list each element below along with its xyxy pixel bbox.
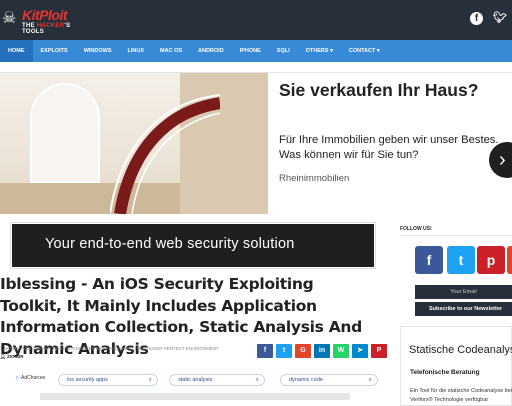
staircase-graphic — [110, 94, 220, 214]
widget-description: Ein Tool für die statische Codeanalyse b… — [410, 388, 512, 403]
banner-text: Your end-to-end web security solution — [45, 236, 295, 252]
main-nav: HOME EXPLOITS WINDOWS LINUX MAC OS ANDROID IPH… — [0, 40, 512, 62]
follow-heading: FOLLOW US! — [400, 226, 432, 232]
nav-item-mac-os[interactable]: MAC OS — [152, 40, 190, 62]
email-input[interactable]: Your Email — [415, 285, 512, 299]
share-button-1[interactable]: t — [276, 344, 292, 358]
nav-item-contact[interactable]: CONTACT ▾ — [341, 40, 388, 62]
nav-item-windows[interactable]: WINDOWS — [76, 40, 120, 62]
twitter-icon[interactable]: 🐦︎ — [493, 12, 507, 25]
facebook-icon[interactable]: f — [415, 246, 443, 274]
post-meta: 1 MONTH AGO 8:30 AM | POST SPONSORED BY … — [0, 346, 219, 351]
site-logo[interactable]: ☠ KitPloit THE HACKER'S TOOLS — [2, 6, 82, 35]
ad-pill-1[interactable]: ios security apps ⌕ — [58, 374, 158, 386]
rss-icon[interactable]: r — [507, 246, 512, 274]
ad-keyword-bar: ▷ AdChoices ios security apps ⌕ static an… — [10, 372, 380, 388]
share-buttons: f t Gin W ➤ P — [257, 344, 387, 358]
adchoices-label[interactable]: ▷ AdChoices — [16, 375, 45, 381]
header-social: f 🐦︎ — [470, 12, 507, 25]
security-banner[interactable]: Your end-to-end web security solution — [10, 222, 376, 269]
ad-source[interactable]: Rheinimmobilien — [279, 173, 349, 184]
house-ad[interactable]: Sie verkaufen Ihr Haus? Für Ihre Immobil… — [0, 72, 512, 214]
pinterest-icon[interactable]: p — [477, 246, 505, 274]
post-author[interactable]: 👤︎ ZION3R — [0, 354, 23, 360]
share-button-2[interactable]: G — [295, 344, 311, 358]
codeanalyse-ad[interactable]: Statische Codeanalyse Telefonische Berat… — [400, 326, 512, 406]
nav-item-linux[interactable]: LINUX — [120, 40, 153, 62]
nav-item-android[interactable]: ANDROID — [190, 40, 232, 62]
ad-body: Für Ihre Immobilien geben wir unser Best… — [279, 134, 499, 161]
top-bar: ☠ KitPloit THE HACKER'S TOOLS f 🐦︎ — [0, 0, 512, 40]
widget-title: Statische Codeanalyse — [409, 344, 512, 356]
share-button-4[interactable]: W — [333, 344, 349, 358]
widget-subtitle: Telefonische Beratung — [410, 369, 480, 376]
share-button-0[interactable]: f — [257, 344, 273, 358]
nav-item-others[interactable]: OTHERS ▾ — [298, 40, 341, 62]
ad-headline[interactable]: Sie verkaufen Ihr Haus? — [279, 80, 478, 101]
search-icon: ⌕ — [148, 377, 152, 383]
ad-pill-2[interactable]: static analysis ⌕ — [169, 374, 265, 386]
logo-tagline: THE HACKER'S TOOLS — [22, 23, 71, 35]
skull-icon: ☠ — [2, 10, 17, 27]
search-icon: ⌕ — [255, 377, 259, 383]
twitter-icon[interactable]: t — [447, 246, 475, 274]
nav-item-iphone[interactable]: IPHONE — [232, 40, 269, 62]
nav-item-sqli[interactable]: SQLI — [269, 40, 298, 62]
ad-next-arrow-icon[interactable]: › — [489, 142, 512, 178]
logo-text: KitPloit — [22, 7, 68, 23]
staircase-image — [0, 73, 268, 214]
subscribe-button[interactable]: Subscribe to our Newsletter — [415, 302, 512, 316]
share-button-6[interactable]: P — [371, 344, 387, 358]
content-preview-strip — [40, 393, 350, 400]
share-button-5[interactable]: ➤ — [352, 344, 368, 358]
facebook-icon[interactable]: f — [470, 12, 483, 25]
share-button-3[interactable]: in — [314, 344, 330, 358]
search-icon: ⌕ — [368, 377, 372, 383]
ad-pill-3[interactable]: dynamic code ⌕ — [280, 374, 378, 386]
nav-item-home[interactable]: HOME — [0, 40, 33, 62]
nav-item-exploits[interactable]: EXPLOITS — [33, 40, 76, 62]
